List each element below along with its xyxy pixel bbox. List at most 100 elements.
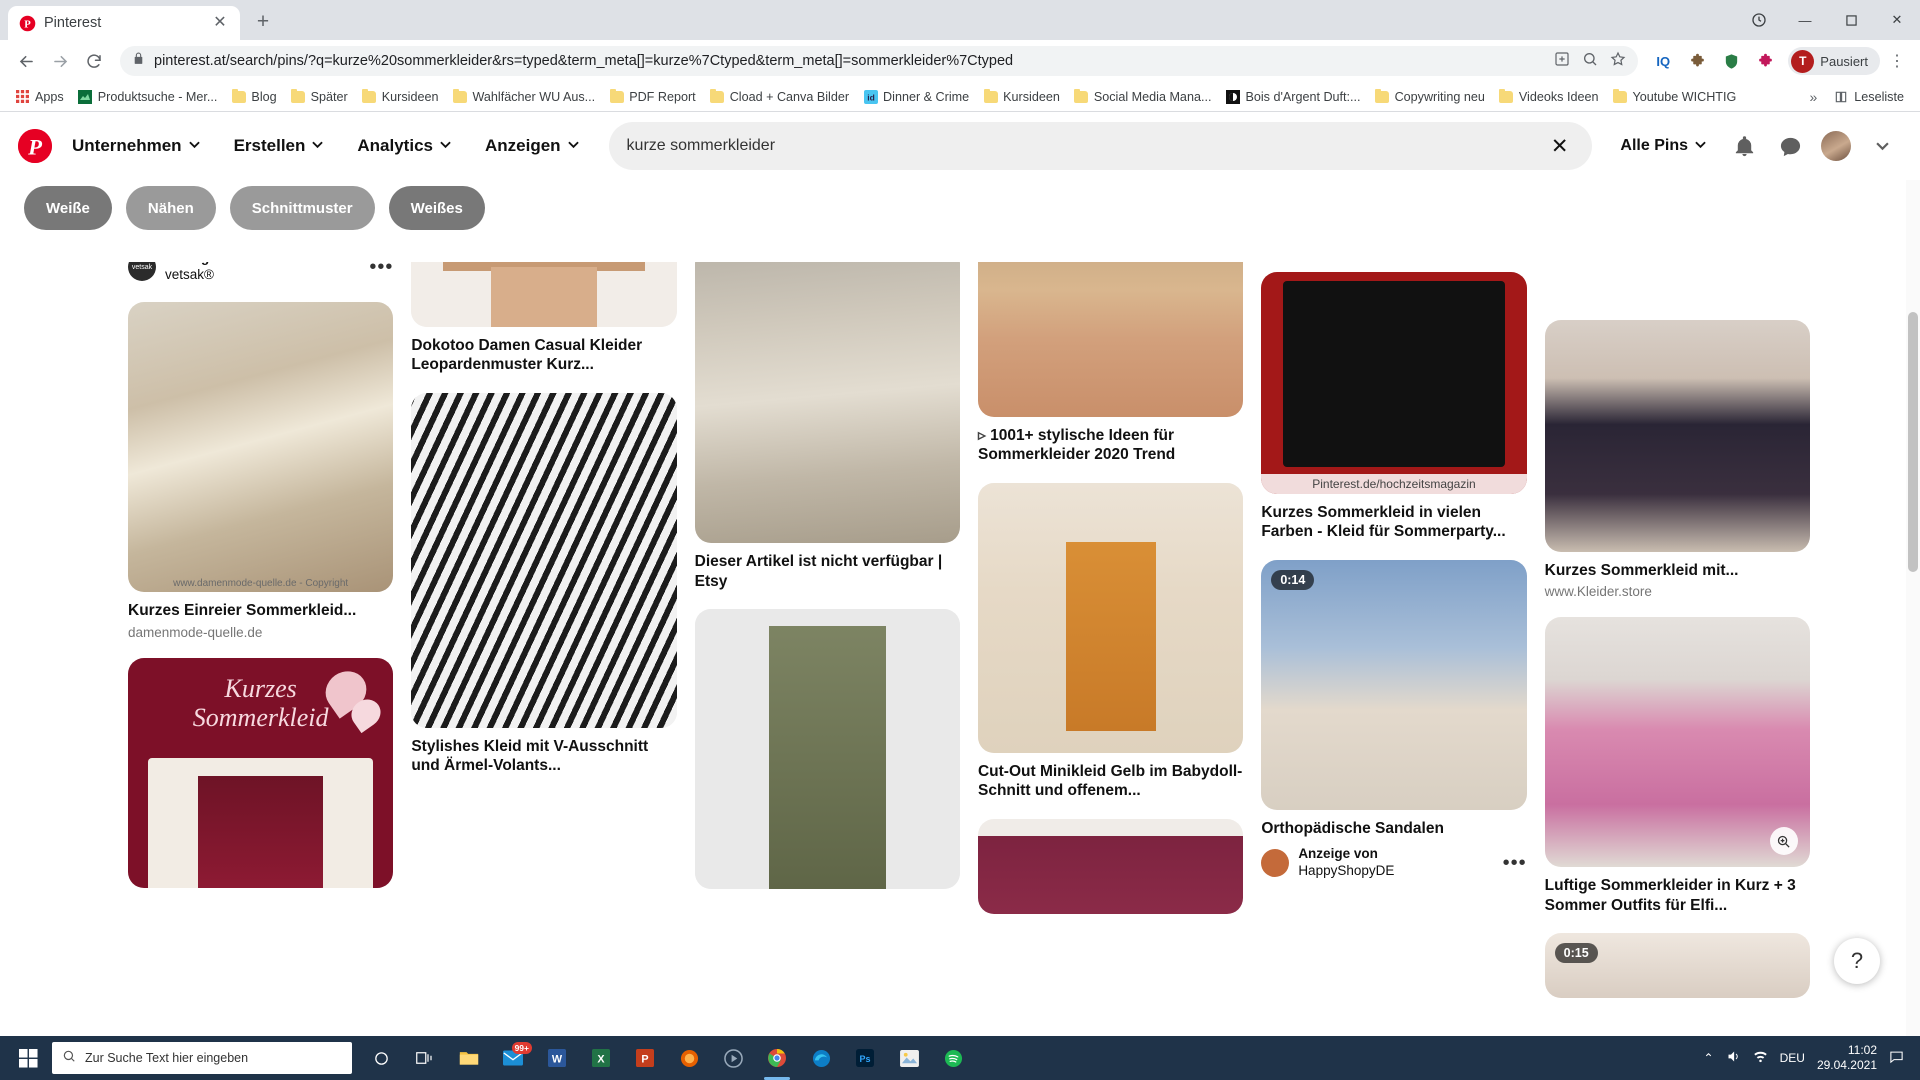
pin-card[interactable]: Kurzes Sommerkleid [128,657,394,888]
advertiser-avatar[interactable]: vetsak [128,262,156,282]
chrome-menu-icon[interactable]: ⋮ [1884,46,1910,76]
close-icon[interactable]: ✕ [210,15,230,31]
bookmark-dinner-crime[interactable]: id Dinner & Crime [856,86,976,107]
bookmark-blog[interactable]: Blog [224,86,283,107]
pin-image[interactable] [694,262,960,544]
chip-weisse[interactable]: Weiße [24,186,112,230]
task-view-icon[interactable] [404,1036,446,1080]
word-icon[interactable]: W [536,1036,578,1080]
nav-unternehmen[interactable]: Unternehmen [58,126,214,166]
chrome-profile-button[interactable]: T Pausiert [1788,47,1880,75]
mail-icon[interactable]: 99+ [492,1036,534,1080]
bookmark-kursideen[interactable]: Kursideen [355,86,446,107]
iq-extension-icon[interactable]: IQ [1648,46,1678,76]
bookmarks-overflow-icon[interactable]: » [1801,89,1825,105]
pin-card[interactable]: www.damenmode-quelle.de - Copyright Kurz… [128,302,394,640]
pin-image[interactable] [977,482,1244,753]
bookmark-produktsuche[interactable]: Produktsuche - Mer... [71,86,225,107]
pinterest-logo[interactable]: P [18,129,52,163]
pin-card[interactable]: 0:14 Orthopädische Sandalen Anzeige von … [1261,559,1527,880]
powerpoint-icon[interactable]: P [624,1036,666,1080]
cortana-icon[interactable] [360,1036,402,1080]
pin-image[interactable] [1544,617,1810,868]
install-app-icon[interactable] [1554,51,1570,72]
bookmark-youtube-wichtig[interactable]: Youtube WICHTIG [1605,86,1743,107]
pin-image[interactable] [1544,320,1810,552]
pin-image[interactable] [694,609,960,890]
pin-image[interactable] [977,818,1244,914]
media-player-icon[interactable] [712,1036,754,1080]
help-button[interactable]: ? [1834,938,1880,984]
address-bar[interactable]: pinterest.at/search/pins/?q=kurze%20somm… [120,46,1639,76]
photoshop-icon[interactable]: Ps [844,1036,886,1080]
minimize-button[interactable]: — [1782,0,1828,40]
pin-card[interactable]: Stylishes Kleid mit V-Ausschnitt und Ärm… [411,392,677,776]
all-pins-dropdown[interactable]: Alle Pins [1608,127,1718,165]
pin-card[interactable]: Dieser Artikel ist nicht verfügbar | Ets… [694,262,960,591]
taskbar-search-input[interactable]: Zur Suche Text hier eingeben [52,1042,352,1074]
bookmark-social-media[interactable]: Social Media Mana... [1067,86,1219,107]
page-scrollbar[interactable]: \u25b2 [1889,112,1920,1036]
edge-icon[interactable] [800,1036,842,1080]
bookmark-spaeter[interactable]: Später [284,86,355,107]
pin-card[interactable]: ▹ 1001+ stylische Ideen für Sommerkleide… [977,262,1244,465]
network-icon[interactable] [1753,1049,1768,1067]
forward-icon[interactable] [44,45,76,77]
pin-image[interactable] [411,392,677,728]
close-window-button[interactable]: ✕ [1874,0,1920,40]
browser-tab[interactable]: P Pinterest ✕ [8,6,240,40]
account-chevron-down-icon[interactable] [1862,126,1902,166]
file-explorer-icon[interactable] [448,1036,490,1080]
spotify-icon[interactable] [932,1036,974,1080]
pin-card[interactable]: Pinterest.de/hochzeitsmagazin Kurzes Som… [1261,272,1527,542]
clock[interactable]: 11:02 29.04.2021 [1817,1043,1877,1073]
pin-image[interactable]: www.damenmode-quelle.de - Copyright [128,302,394,593]
bookmark-kursideen-2[interactable]: Kursideen [976,86,1067,107]
avatar[interactable] [1821,131,1851,161]
pin-card[interactable]: Dokotoo Damen Casual Kleider Leopardenmu… [411,262,677,375]
pin-image[interactable]: 0:15 [1544,933,1810,999]
search-input[interactable]: kurze sommerkleider ✕ [608,122,1593,170]
language-indicator[interactable]: DEU [1780,1051,1805,1065]
bookmark-apps[interactable]: Apps [8,86,71,107]
pin-card[interactable]: 0:15 [1544,933,1810,999]
pin-card[interactable] [694,609,960,890]
reload-icon[interactable] [78,45,110,77]
excel-icon[interactable]: X [580,1036,622,1080]
puzzle-extension-icon[interactable] [1682,46,1712,76]
chip-naehen[interactable]: Nähen [125,186,216,230]
pin-card[interactable]: Cut-Out Minikleid Gelb im Babydoll-Schni… [977,482,1244,801]
pin-card[interactable] [977,818,1244,914]
bookmark-cload-canva[interactable]: Cload + Canva Bilder [703,86,856,107]
pin-image[interactable]: 0:14 [1261,559,1527,810]
pin-image[interactable] [977,262,1244,417]
search-zoom-icon[interactable] [1582,51,1598,72]
bookmark-bois-dargent[interactable]: Bois d'Argent Duft:... [1218,86,1367,107]
photos-icon[interactable] [888,1036,930,1080]
bookmark-pdf-report[interactable]: PDF Report [602,86,703,107]
chrome-profile-indicator[interactable] [1736,0,1782,40]
pin-image[interactable] [411,262,677,327]
clear-search-icon[interactable]: ✕ [1545,134,1575,159]
windows-icon[interactable] [6,1036,50,1080]
back-icon[interactable] [10,45,42,77]
pin-options-icon[interactable]: ••• [369,262,393,277]
chip-schnittmuster[interactable]: Schnittmuster [229,186,375,230]
extension-icon[interactable] [1750,46,1780,76]
chip-weisses[interactable]: Weißes [388,186,485,230]
pin-card[interactable]: super cozy, unique modular sofa vetsak A… [128,262,393,284]
bookmark-star-icon[interactable] [1610,51,1626,72]
notification-icon[interactable] [1889,1049,1904,1067]
pin-image[interactable]: Kurzes Sommerkleid [128,657,394,888]
firefox-icon[interactable] [668,1036,710,1080]
pin-card[interactable]: Luftige Sommerkleider in Kurz + 3 Sommer… [1544,617,1810,915]
bookmark-wahlfaecher[interactable]: Wahlfächer WU Aus... [445,86,602,107]
chrome-icon[interactable] [756,1036,798,1080]
pin-options-icon[interactable]: ••• [1503,853,1527,873]
bookmark-videoks-ideen[interactable]: Videoks Ideen [1492,86,1606,107]
nav-analytics[interactable]: Analytics [343,126,465,166]
chat-icon[interactable] [1770,126,1810,166]
tray-expand-chevron-icon[interactable]: ⌃ [1704,1051,1714,1065]
pin-card[interactable]: Kurzes Sommerkleid mit... www.Kleider.st… [1544,320,1810,599]
bell-icon[interactable] [1724,126,1764,166]
